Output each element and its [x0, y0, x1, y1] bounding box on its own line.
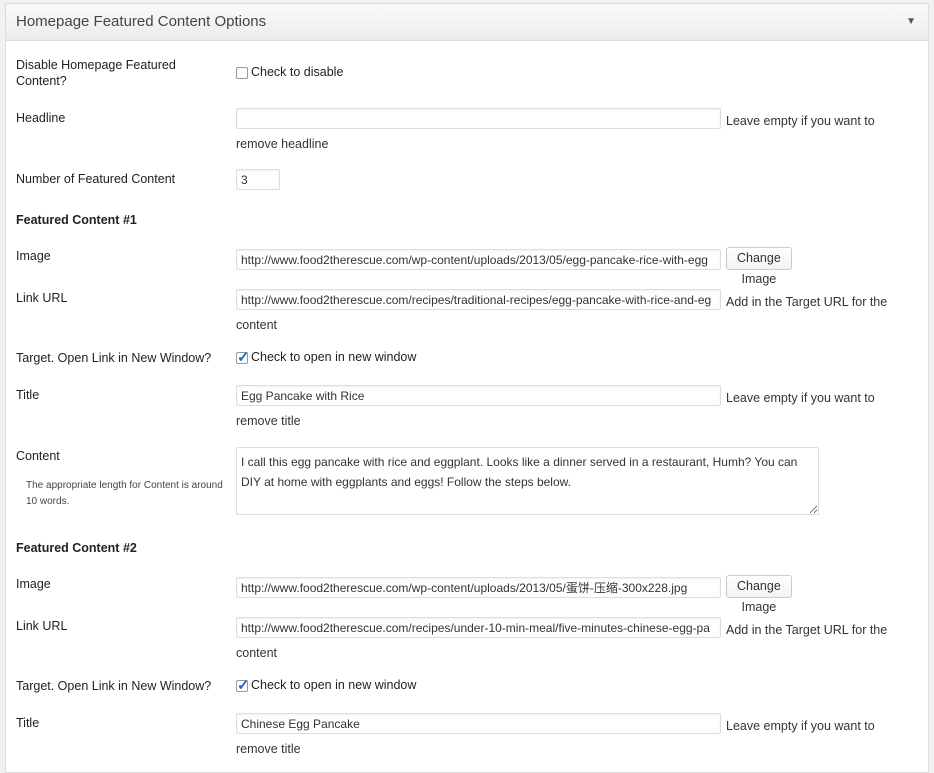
panel-title: Homepage Featured Content Options [16, 13, 267, 30]
fc2-link-label: Link URL [16, 619, 68, 633]
fc1-target-checkbox-label: Check to open in new window [251, 350, 417, 364]
count-input[interactable] [236, 169, 280, 190]
fc1-image-input[interactable] [236, 249, 721, 270]
panel-header[interactable]: Homepage Featured Content Options ▼ [6, 4, 928, 41]
featured-content-panel: Homepage Featured Content Options ▼ Disa… [5, 3, 929, 773]
disable-checkbox-label: Check to disable [251, 65, 344, 79]
headline-desc: Leave empty if you want to remove headli… [236, 114, 875, 151]
fc1-title-desc: Leave empty if you want to remove title [236, 391, 875, 428]
checkmark-icon: ✓ [237, 349, 250, 366]
disable-label: Disable Homepage Featured Content? [16, 58, 176, 88]
fc1-content-textarea[interactable]: I call this egg pancake with rice and eg… [236, 447, 819, 515]
checkmark-icon: ✓ [237, 677, 250, 694]
fc2-title-label: Title [16, 716, 40, 730]
fc2-target-checkbox[interactable]: ✓ [236, 677, 250, 694]
fc2-link-desc: Add in the Target URL for the content [236, 623, 888, 660]
disable-checkbox[interactable] [236, 67, 248, 79]
headline-label: Headline [16, 111, 66, 125]
fc1-content-help: The appropriate length for Content is ar… [26, 480, 223, 507]
count-label: Number of Featured Content [16, 172, 176, 186]
fc1-heading: Featured Content #1 [16, 213, 137, 227]
fc1-title-label: Title [16, 388, 40, 402]
fc1-target-checkbox[interactable]: ✓ [236, 349, 250, 366]
fc1-link-desc: Add in the Target URL for the content [236, 295, 888, 332]
fc2-title-desc: Leave empty if you want to remove title [236, 719, 875, 756]
fc2-image-input[interactable] [236, 577, 721, 598]
fc2-target-checkbox-label: Check to open in new window [251, 678, 417, 692]
fc2-heading: Featured Content #2 [16, 541, 137, 555]
fc1-content-label: Content [16, 449, 60, 463]
fc2-change-image-button[interactable]: Change Image [726, 575, 792, 614]
fc1-image-label: Image [16, 249, 51, 263]
collapse-toggle-icon[interactable]: ▼ [906, 16, 916, 27]
fc1-link-label: Link URL [16, 291, 68, 305]
fc2-image-label: Image [16, 577, 51, 591]
fc2-target-label: Target. Open Link in New Window? [16, 679, 212, 693]
fc1-target-label: Target. Open Link in New Window? [16, 351, 212, 365]
fc1-change-image-button[interactable]: Change Image [726, 247, 792, 286]
